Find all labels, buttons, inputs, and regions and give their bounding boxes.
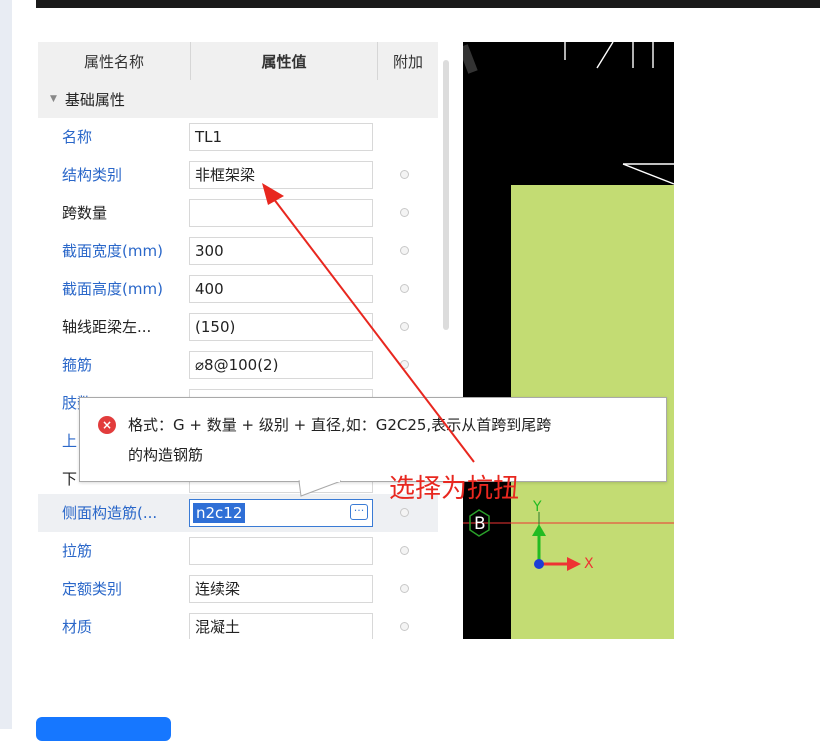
row-label: 箍筋 bbox=[62, 356, 93, 374]
primary-button[interactable] bbox=[36, 717, 171, 741]
cad-canvas[interactable]: B Y X bbox=[463, 42, 674, 639]
property-row: 轴线距梁左... (150) bbox=[38, 308, 438, 346]
row-label: 名称 bbox=[62, 128, 93, 146]
format-tooltip: × 格式：G + 数量 + 级别 + 直径,如：G2C25,表示从首跨到尾跨 的… bbox=[79, 397, 667, 482]
row-label: 截面宽度(mm) bbox=[62, 242, 163, 260]
property-row: 定额类别 连续梁 bbox=[38, 570, 438, 608]
panel-scrollbar[interactable] bbox=[443, 60, 449, 330]
row-label: 侧面构造筋(... bbox=[62, 504, 158, 522]
group-label: 基础属性 bbox=[64, 90, 125, 109]
header-extra[interactable]: 附加 bbox=[378, 42, 438, 80]
extra-radio[interactable] bbox=[400, 322, 409, 331]
property-row-selected: 侧面构造筋(... n2c12 ··· bbox=[38, 494, 438, 532]
property-row: 结构类别 非框架梁 bbox=[38, 156, 438, 194]
property-row: 跨数量 bbox=[38, 194, 438, 232]
x-axis-label: X bbox=[584, 556, 594, 572]
ellipsis-more-icon[interactable]: ··· bbox=[350, 504, 368, 520]
row-value-field-editing[interactable]: n2c12 ··· bbox=[189, 499, 373, 527]
row-value-field[interactable] bbox=[189, 199, 373, 227]
row-label: 定额类别 bbox=[62, 580, 123, 598]
row-label: 材质 bbox=[62, 618, 93, 636]
axis-overlay bbox=[463, 509, 674, 571]
row-label: 拉筋 bbox=[62, 542, 93, 560]
extra-radio[interactable] bbox=[400, 360, 409, 369]
y-axis-label: Y bbox=[533, 499, 542, 515]
error-x-icon: × bbox=[98, 416, 116, 434]
property-row: 拉筋 bbox=[38, 532, 438, 570]
annotation-text: 选择为抗扭 bbox=[389, 474, 520, 504]
row-value-field[interactable]: 400 bbox=[189, 275, 373, 303]
row-label: 下 bbox=[62, 470, 78, 488]
property-row: 截面宽度(mm) 300 bbox=[38, 232, 438, 270]
selected-text[interactable]: n2c12 bbox=[193, 503, 246, 523]
extra-radio[interactable] bbox=[400, 208, 409, 217]
row-label: 上 bbox=[62, 432, 78, 450]
property-row: 截面高度(mm) 400 bbox=[38, 270, 438, 308]
header-property-value[interactable]: 属性值 bbox=[191, 42, 378, 80]
row-value-field[interactable]: TL1 bbox=[189, 123, 373, 151]
row-value-field[interactable]: ⌀8@100(2) bbox=[189, 351, 373, 379]
row-value-field[interactable]: 非框架梁 bbox=[189, 161, 373, 189]
extra-radio[interactable] bbox=[400, 284, 409, 293]
left-edge-strip bbox=[0, 0, 12, 729]
extra-radio[interactable] bbox=[400, 170, 409, 179]
row-label: 跨数量 bbox=[62, 204, 108, 222]
row-label: 截面高度(mm) bbox=[62, 280, 163, 298]
top-dark-bar bbox=[36, 0, 820, 8]
axis-B-label: B bbox=[474, 514, 486, 534]
extra-radio[interactable] bbox=[400, 246, 409, 255]
row-value-field[interactable]: 300 bbox=[189, 237, 373, 265]
tooltip-line1: 格式：G + 数量 + 级别 + 直径,如：G2C25,表示从首跨到尾跨 bbox=[128, 416, 552, 434]
row-value-field[interactable]: (150) bbox=[189, 313, 373, 341]
header-property-name[interactable]: 属性名称 bbox=[38, 42, 191, 80]
extra-radio[interactable] bbox=[400, 508, 409, 517]
extra-radio[interactable] bbox=[400, 584, 409, 593]
property-row: 箍筋 ⌀8@100(2) bbox=[38, 346, 438, 384]
tooltip-line2: 的构造钢筋 bbox=[128, 446, 204, 464]
property-panel: 属性名称 属性值 附加 ▼ 基础属性 名称 TL1 结构类别 非框架梁 跨数量 … bbox=[38, 42, 438, 639]
group-basic-properties[interactable]: ▼ 基础属性 bbox=[38, 80, 438, 118]
row-value-field[interactable] bbox=[189, 537, 373, 565]
collapse-triangle-icon[interactable]: ▼ bbox=[50, 94, 57, 104]
row-value-field[interactable]: 连续梁 bbox=[189, 575, 373, 603]
row-label: 轴线距梁左... bbox=[62, 318, 152, 336]
property-row: 材质 混凝土 bbox=[38, 608, 438, 639]
extra-radio[interactable] bbox=[400, 622, 409, 631]
row-label: 结构类别 bbox=[62, 166, 123, 184]
extra-radio[interactable] bbox=[400, 546, 409, 555]
property-row: 名称 TL1 bbox=[38, 118, 438, 156]
tooltip-tail bbox=[298, 480, 342, 497]
row-value-field[interactable]: 混凝土 bbox=[189, 613, 373, 639]
